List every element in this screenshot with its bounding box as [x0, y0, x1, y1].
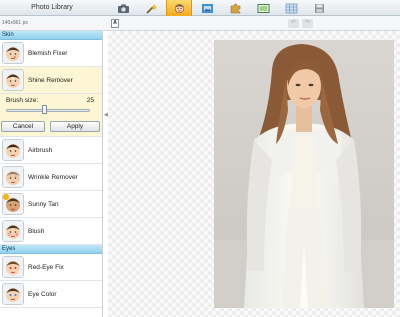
photo-library-tab[interactable]: Photo Library — [0, 0, 104, 16]
blemish-fixer-icon — [2, 42, 24, 64]
sunny-tan-icon — [2, 193, 24, 215]
tool-eye-color[interactable]: Eye Color — [0, 281, 102, 308]
face-icon[interactable] — [166, 0, 192, 16]
eye-color-icon — [2, 283, 24, 305]
fit-to-screen-button[interactable]: A — [111, 19, 119, 28]
model-photo[interactable] — [214, 40, 394, 308]
tool-label: Red-Eye Fix — [28, 263, 64, 271]
camera-icon[interactable] — [110, 0, 136, 16]
wrinkle-remover-icon — [2, 166, 24, 188]
main-toolbar: Photo Library — [0, 0, 400, 16]
section-header-eyes[interactable]: Eyes — [0, 245, 102, 254]
grid-icon[interactable] — [278, 0, 304, 16]
brush-size-slider-thumb[interactable] — [41, 105, 47, 114]
tool-wrinkle-remover[interactable]: Wrinkle Remover — [0, 164, 102, 191]
editing-canvas[interactable] — [108, 31, 400, 317]
save-icon[interactable] — [306, 0, 332, 16]
brush-settings: Brush size: 25 Cancel Apply — [0, 94, 102, 137]
tool-label: Blemish Fixer — [28, 49, 68, 57]
info-bar: 140x961 px A ↶ ↷ — [0, 16, 400, 31]
picture-icon[interactable] — [250, 0, 276, 16]
tools-panel: Skin Blemish Fixer Shine Remover Brush s… — [0, 31, 103, 317]
section-header-skin[interactable]: Skin — [0, 31, 102, 40]
apply-button[interactable]: Apply — [50, 121, 100, 132]
undo-icon[interactable]: ↶ — [288, 19, 299, 28]
magic-wand-icon[interactable] — [138, 0, 164, 16]
image-dimensions: 140x961 px — [2, 20, 28, 26]
brush-size-value: 25 — [86, 97, 94, 104]
tool-label: Sunny Tan — [28, 200, 59, 208]
shine-remover-icon — [2, 69, 24, 91]
tool-label: Blush — [28, 227, 45, 235]
tool-label: Shine Remover — [28, 76, 73, 84]
redo-icon[interactable]: ↷ — [302, 19, 313, 28]
puzzle-icon[interactable] — [222, 0, 248, 16]
tool-label: Airbrush — [28, 146, 53, 154]
tool-blush[interactable]: Blush — [0, 218, 102, 245]
tool-red-eye-fix[interactable]: Red-Eye Fix — [0, 254, 102, 281]
tool-blemish-fixer[interactable]: Blemish Fixer — [0, 40, 102, 67]
tool-sunny-tan[interactable]: Sunny Tan — [0, 191, 102, 218]
blush-icon — [2, 220, 24, 242]
cancel-button[interactable]: Cancel — [1, 121, 45, 132]
tool-shine-remover[interactable]: Shine Remover — [0, 67, 102, 94]
red-eye-fix-icon — [2, 256, 24, 278]
brush-size-slider[interactable] — [6, 109, 90, 112]
frame-icon[interactable] — [194, 0, 220, 16]
tool-label: Wrinkle Remover — [28, 173, 78, 181]
brush-size-label: Brush size: — [6, 97, 39, 104]
tool-label: Eye Color — [28, 290, 57, 298]
tool-airbrush[interactable]: Airbrush — [0, 137, 102, 164]
airbrush-icon — [2, 139, 24, 161]
